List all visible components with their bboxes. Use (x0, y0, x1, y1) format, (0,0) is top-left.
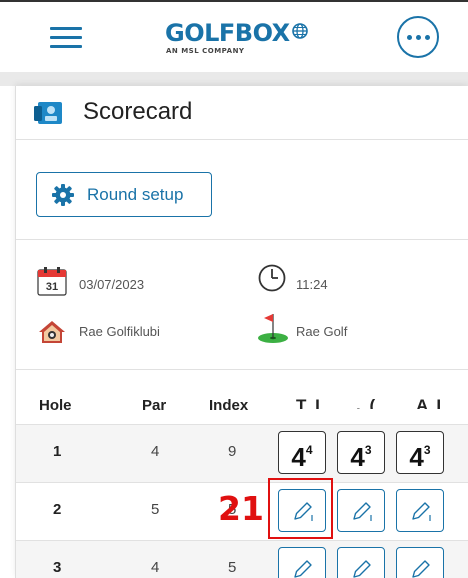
edit-score-button[interactable] (278, 547, 326, 578)
title-row: Scorecard (16, 86, 468, 140)
table-row: 1 4 9 44 43 43 (16, 424, 468, 482)
round-info: 31 03/07/2023 11:24 Rae Golfiklubi Rae G… (16, 240, 468, 370)
logo-subtitle: AN MSL COMPANY (166, 47, 245, 55)
course-name: Rae Golf (296, 324, 348, 339)
pencil-icon (294, 560, 312, 578)
column-header-player-2[interactable]: . ( (356, 395, 377, 409)
score-value: 4 (291, 441, 306, 472)
score-points: 3 (423, 443, 431, 457)
table-header: Hole Par Index T I . ( A I (16, 370, 468, 424)
hole-number: 1 (53, 443, 62, 460)
table-row: 3 4 5 (16, 540, 468, 578)
annotation-label: 21 (218, 489, 264, 528)
par-value: 4 (151, 559, 160, 576)
edit-score-button[interactable] (337, 547, 385, 578)
round-setup-label: Round setup (87, 185, 184, 204)
calendar-icon: 31 (37, 267, 67, 296)
edit-score-button[interactable] (337, 489, 385, 532)
pencil-icon (412, 502, 431, 521)
column-header-player-3[interactable]: A I (416, 395, 443, 409)
globe-icon (291, 23, 308, 39)
pencil-icon (353, 502, 372, 521)
annotation-highlight-box (268, 478, 333, 539)
round-time: 11:24 (296, 277, 328, 292)
golf-flag-icon (258, 314, 288, 343)
hole-number: 3 (53, 559, 62, 576)
more-options-icon (406, 34, 412, 40)
index-value: 5 (228, 559, 237, 576)
score-points: 4 (305, 443, 313, 457)
scorecard-icon (34, 102, 62, 124)
par-value: 4 (151, 443, 160, 460)
pencil-icon (412, 560, 430, 578)
top-bar: GOLFBOX AN MSL COMPANY (0, 0, 468, 72)
score-cell[interactable]: 44 (278, 431, 326, 474)
gear-icon (52, 184, 74, 206)
club-name: Rae Golfiklubi (79, 324, 160, 339)
index-value: 9 (228, 443, 237, 460)
clock-icon (258, 264, 286, 292)
logo-text: GOLFBOX (165, 19, 290, 47)
score-value: 4 (409, 441, 424, 472)
score-points: 3 (364, 443, 372, 457)
setup-row: Round setup (16, 140, 468, 240)
svg-text:31: 31 (46, 281, 58, 293)
edit-score-button[interactable] (396, 547, 444, 578)
hamburger-menu-icon[interactable] (50, 27, 82, 49)
score-value: 4 (350, 441, 365, 472)
hole-number: 2 (53, 501, 62, 518)
more-options-button[interactable] (397, 16, 439, 58)
header-divider-band (0, 72, 468, 86)
clubhouse-icon (39, 321, 65, 343)
round-date: 03/07/2023 (79, 277, 145, 292)
pencil-icon (353, 560, 371, 578)
edit-score-button[interactable] (396, 489, 444, 532)
page-title: Scorecard (83, 98, 193, 125)
score-cell[interactable]: 43 (337, 431, 385, 474)
par-value: 5 (151, 501, 160, 518)
column-header-index: Index (209, 397, 249, 414)
score-cell[interactable]: 43 (396, 431, 444, 474)
round-setup-button[interactable]: Round setup (36, 172, 212, 217)
column-header-hole: Hole (39, 397, 72, 414)
column-header-par: Par (142, 397, 167, 414)
column-header-player-1[interactable]: T I (296, 395, 322, 409)
golfbox-logo[interactable]: GOLFBOX AN MSL COMPANY (165, 20, 315, 60)
